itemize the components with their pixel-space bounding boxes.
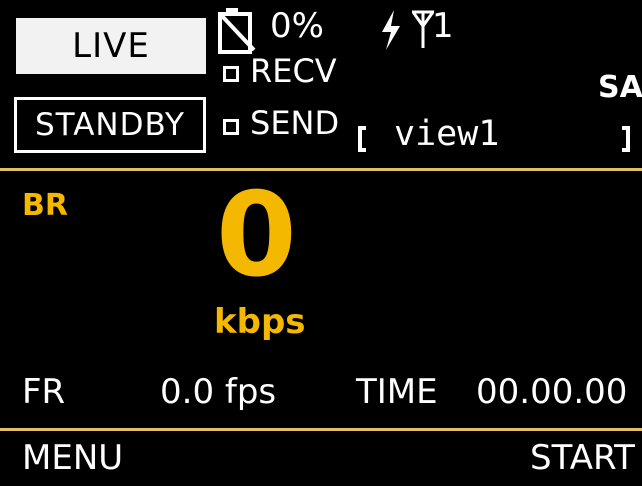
antenna-count: 1 — [432, 6, 454, 46]
recv-label: RECV — [250, 52, 337, 90]
divider-top — [0, 168, 642, 171]
bitrate-unit: kbps — [214, 302, 306, 342]
divider-bottom — [0, 428, 642, 431]
start-button[interactable]: START — [530, 438, 635, 478]
send-label: SEND — [250, 104, 340, 142]
lightning-bolt-icon — [382, 10, 400, 50]
battery-crossed-icon — [218, 8, 256, 54]
send-checkbox[interactable] — [223, 119, 239, 135]
time-label: TIME — [356, 372, 438, 412]
standby-button[interactable]: STANDBY — [14, 97, 206, 153]
battery-percent: 0% — [270, 6, 324, 46]
side-label: SA — [598, 70, 642, 105]
recv-checkbox[interactable] — [223, 66, 239, 82]
framerate-label: FR — [22, 372, 66, 412]
view-bracket-left — [358, 126, 366, 152]
time-value: 00.00.00 — [476, 372, 628, 412]
bitrate-value: 0 — [216, 168, 297, 303]
view-selector[interactable]: view1 — [394, 114, 499, 154]
view-bracket-right — [622, 126, 630, 152]
antenna-icon — [412, 10, 434, 48]
live-button[interactable]: LIVE — [16, 18, 206, 74]
menu-button[interactable]: MENU — [22, 438, 123, 478]
framerate-value: 0.0 fps — [160, 372, 277, 412]
bitrate-label: BR — [22, 188, 68, 223]
